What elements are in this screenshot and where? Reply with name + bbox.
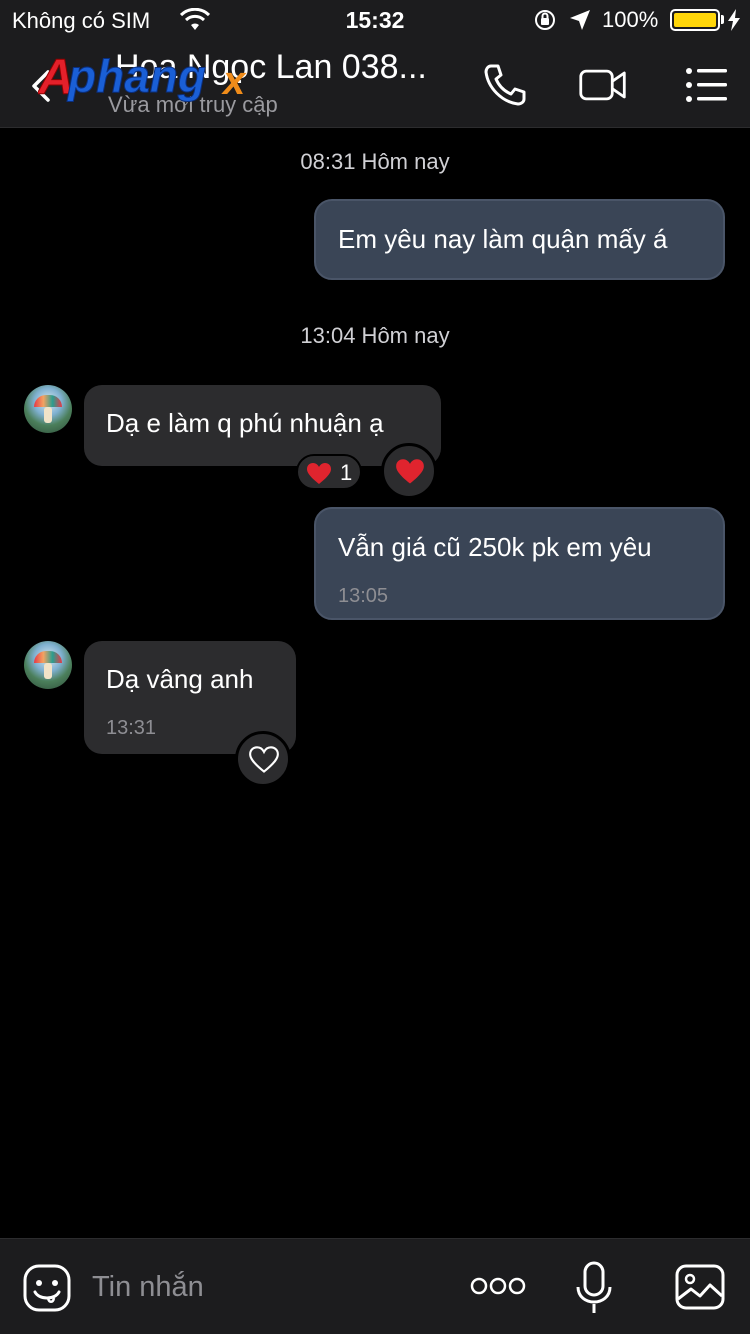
message-input[interactable] — [92, 1261, 452, 1313]
battery-icon — [670, 9, 720, 31]
reaction-count: 1 — [340, 460, 353, 485]
menu-list-icon[interactable] — [682, 60, 732, 110]
svg-text:x: x — [221, 59, 247, 103]
message-text: Em yêu nay làm quận mấy á — [338, 224, 668, 254]
heart-filled-icon — [396, 459, 424, 484]
reaction-summary[interactable]: 1 — [296, 454, 362, 490]
status-bar: Không có SIM 15:32 100% — [0, 0, 750, 40]
phone-icon[interactable] — [480, 60, 530, 110]
orientation-lock-icon — [535, 10, 555, 30]
video-camera-icon[interactable] — [578, 60, 628, 110]
charging-bolt-icon — [728, 9, 740, 31]
composer-bar — [0, 1238, 750, 1334]
message-bubble-outgoing[interactable]: Vẫn giá cũ 250k pk em yêu 13:05 — [314, 507, 725, 620]
chat-header: Hoa Ngọc Lan 038... Vừa mới truy cập A p… — [0, 40, 750, 128]
battery-tip — [721, 15, 724, 24]
location-arrow-icon — [570, 10, 590, 30]
date-separator: 08:31 Hôm nay — [300, 149, 450, 174]
image-icon[interactable] — [674, 1263, 726, 1311]
svg-text:phang: phang — [66, 50, 206, 102]
watermark-logo: A phang x — [38, 49, 247, 105]
message-list[interactable]: 08:31 Hôm nay Em yêu nay làm quận mấy á … — [0, 129, 750, 1238]
avatar[interactable] — [24, 641, 72, 689]
message-text: Dạ e làm q phú nhuận ạ — [106, 408, 384, 438]
react-button[interactable] — [381, 443, 437, 499]
microphone-icon[interactable] — [574, 1261, 614, 1315]
message-text: Vẫn giá cũ 250k pk em yêu — [338, 532, 652, 562]
message-time: 13:05 — [338, 585, 389, 607]
more-dots-icon[interactable] — [470, 1273, 526, 1299]
heart-icon — [307, 463, 331, 484]
avatar[interactable] — [24, 385, 72, 433]
message-time: 13:31 — [106, 717, 157, 739]
message-text: Dạ vâng anh — [106, 664, 254, 694]
date-separator: 13:04 Hôm nay — [300, 323, 450, 348]
message-bubble-outgoing[interactable]: Em yêu nay làm quận mấy á — [314, 199, 725, 280]
react-button[interactable] — [235, 731, 291, 787]
emoji-icon[interactable] — [22, 1263, 72, 1313]
battery-percent: 100% — [602, 7, 659, 32]
heart-outline-icon — [249, 746, 279, 773]
